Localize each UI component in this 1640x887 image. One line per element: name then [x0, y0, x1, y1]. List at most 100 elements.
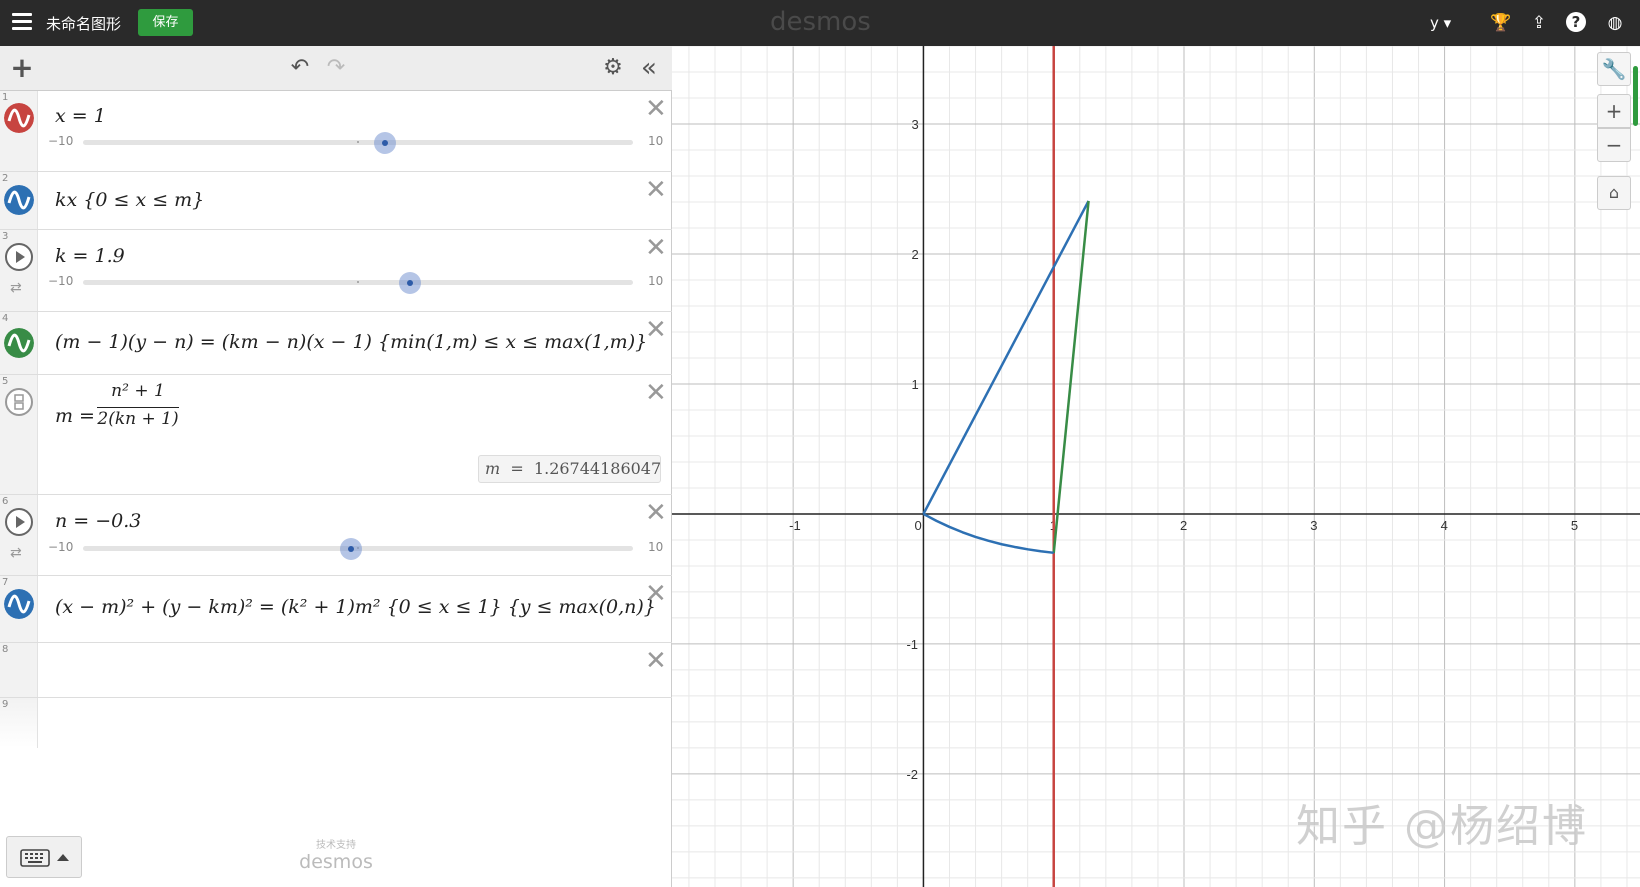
slider-handle[interactable] [340, 538, 362, 560]
powered-by-label: 技术支持 [316, 840, 356, 851]
play-icon[interactable] [5, 508, 33, 536]
expression-gutter: 3 ⇄ [0, 230, 38, 311]
result-value: 1.26744186047 [533, 459, 662, 478]
powered-by-logo: desmos [299, 851, 373, 873]
slider-handle[interactable] [399, 272, 421, 294]
slider-handle[interactable] [374, 132, 396, 154]
expression-gutter: 2 [0, 172, 38, 229]
graph-paper[interactable]: -1 0 1 2 3 4 5 3 2 1 -1 -2 🔧 + − ⌂ [672, 46, 1640, 887]
expression-index: 4 [2, 313, 9, 324]
home-icon[interactable]: ⌂ [1597, 176, 1631, 210]
hidden-variable-icon[interactable] [5, 388, 33, 416]
desmos-logo: desmos [770, 7, 871, 37]
graph-title[interactable]: 未命名图形 [46, 13, 121, 34]
zoom-in-icon[interactable]: + [1597, 94, 1631, 128]
y-tick-label: -1 [906, 637, 918, 652]
expression-index: 3 [2, 231, 9, 242]
expression-index: 7 [2, 577, 9, 588]
delete-expression-icon[interactable]: ✕ [645, 648, 667, 674]
expression-math[interactable]: x = 1 [55, 105, 106, 127]
delete-expression-icon[interactable]: ✕ [645, 317, 667, 343]
result-equals: = [510, 459, 524, 478]
undo-icon[interactable]: ↶ [286, 54, 314, 82]
delete-expression-icon[interactable]: ✕ [645, 96, 667, 122]
y-tick-label: 1 [911, 377, 918, 392]
top-bar: 未命名图形 保存 desmos y ▾ 🏆 ⇪ ? ◍ [0, 0, 1640, 46]
watermark: 知乎 @杨绍博 [1296, 801, 1588, 852]
plot-curve-4 [922, 512, 1054, 555]
slider-min: −10 [48, 274, 74, 288]
expression-row[interactable]: 3 ⇄ k = 1.9 ✕ −10 10 [0, 230, 672, 312]
x-tick-label: 0 [914, 518, 921, 533]
result-variable: m [485, 459, 501, 478]
graph-toggle-icon[interactable] [4, 328, 34, 358]
loop-icon[interactable]: ⇄ [10, 545, 22, 561]
expression-index: 9 [2, 699, 9, 710]
play-icon[interactable] [5, 243, 33, 271]
fraction-numerator[interactable]: n² + 1 [97, 381, 179, 401]
plot-curve-2 [922, 200, 1090, 515]
save-button[interactable]: 保存 [138, 9, 193, 36]
settings-icon[interactable]: ⚙ [599, 54, 627, 82]
x-tick-label: 5 [1571, 518, 1578, 533]
delete-expression-icon[interactable]: ✕ [645, 581, 667, 607]
expression-index: 2 [2, 173, 9, 184]
user-menu[interactable]: y ▾ [1430, 14, 1451, 32]
loop-icon[interactable]: ⇄ [10, 280, 22, 296]
expression-row[interactable]: 4 (m − 1)(y − n) = (km − n)(x − 1) {min(… [0, 312, 672, 375]
expression-gutter: 5 [0, 375, 38, 494]
graph-toggle-icon[interactable] [4, 589, 34, 619]
expression-row[interactable]: 6 ⇄ n = −0.3 ✕ −10 10 [0, 495, 672, 576]
expression-row[interactable]: 9 [0, 698, 672, 748]
expression-math[interactable]: n = −0.3 [55, 510, 141, 532]
graph-toggle-icon[interactable] [4, 103, 34, 133]
globe-icon[interactable]: ◍ [1604, 12, 1626, 34]
help-icon[interactable]: ? [1566, 12, 1586, 32]
keyboard-toggle-button[interactable] [6, 836, 82, 878]
powered-by: 技术支持 desmos [296, 836, 376, 873]
slider-n[interactable]: −10 10 [48, 538, 668, 560]
slider-min: −10 [48, 540, 74, 554]
expression-math[interactable]: k = 1.9 [55, 245, 125, 267]
slider-k[interactable]: −10 10 [48, 272, 668, 294]
slider-x[interactable]: −10 10 [48, 132, 668, 154]
expression-toolbar: + ↶ ↷ ⚙ « [0, 46, 672, 91]
wrench-icon[interactable]: 🔧 [1597, 52, 1631, 86]
trophy-icon[interactable]: 🏆 [1490, 12, 1512, 34]
fraction-denominator[interactable]: 2(kn + 1) [97, 409, 179, 429]
delete-expression-icon[interactable]: ✕ [645, 235, 667, 261]
collapse-icon[interactable]: « [635, 54, 663, 82]
share-icon[interactable]: ⇪ [1528, 12, 1550, 34]
y-tick-label: -2 [906, 767, 918, 782]
expression-math[interactable]: kx {0 ≤ x ≤ m} [55, 189, 204, 211]
keyboard-icon [20, 849, 69, 867]
expression-row[interactable]: 7 (x − m)² + (y − km)² = (k² + 1)m² {0 ≤… [0, 576, 672, 643]
expression-index: 5 [2, 376, 9, 387]
expression-row[interactable]: 2 kx {0 ≤ x ≤ m} ✕ [0, 172, 672, 230]
add-icon[interactable]: + [8, 54, 36, 82]
evaluation-result: m = 1.26744186047 [478, 455, 661, 483]
expression-math[interactable]: (x − m)² + (y − km)² = (k² + 1)m² {0 ≤ x… [55, 596, 656, 618]
graph-canvas[interactable]: -1 0 1 2 3 4 5321-1-2 [672, 46, 1640, 887]
menu-icon[interactable] [12, 13, 32, 31]
slider-min: −10 [48, 134, 74, 148]
expression-index: 6 [2, 496, 9, 507]
y-tick-label: 2 [911, 247, 918, 262]
expression-row[interactable]: 5 m = n² + 1 2(kn + 1) ✕ m = 1.267441860… [0, 375, 672, 495]
x-tick-label: -1 [789, 518, 801, 533]
expression-row[interactable]: 1 x = 1 ✕ −10 10 [0, 91, 672, 172]
zoom-out-icon[interactable]: − [1597, 128, 1631, 162]
expression-gutter: 8 [0, 643, 38, 697]
slider-max: 10 [648, 540, 664, 554]
slider-zero-tick [357, 281, 359, 283]
expression-index: 1 [2, 92, 9, 103]
y-tick-label: 3 [911, 117, 918, 132]
delete-expression-icon[interactable]: ✕ [645, 500, 667, 526]
delete-expression-icon[interactable]: ✕ [645, 177, 667, 203]
expression-lhs[interactable]: m = [55, 405, 95, 427]
delete-expression-icon[interactable]: ✕ [645, 380, 667, 406]
graph-toggle-icon[interactable] [4, 185, 34, 215]
expression-math[interactable]: (m − 1)(y − n) = (km − n)(x − 1) {min(1,… [55, 331, 647, 353]
expression-row[interactable]: 8 ✕ [0, 643, 672, 698]
redo-icon[interactable]: ↷ [322, 54, 350, 82]
